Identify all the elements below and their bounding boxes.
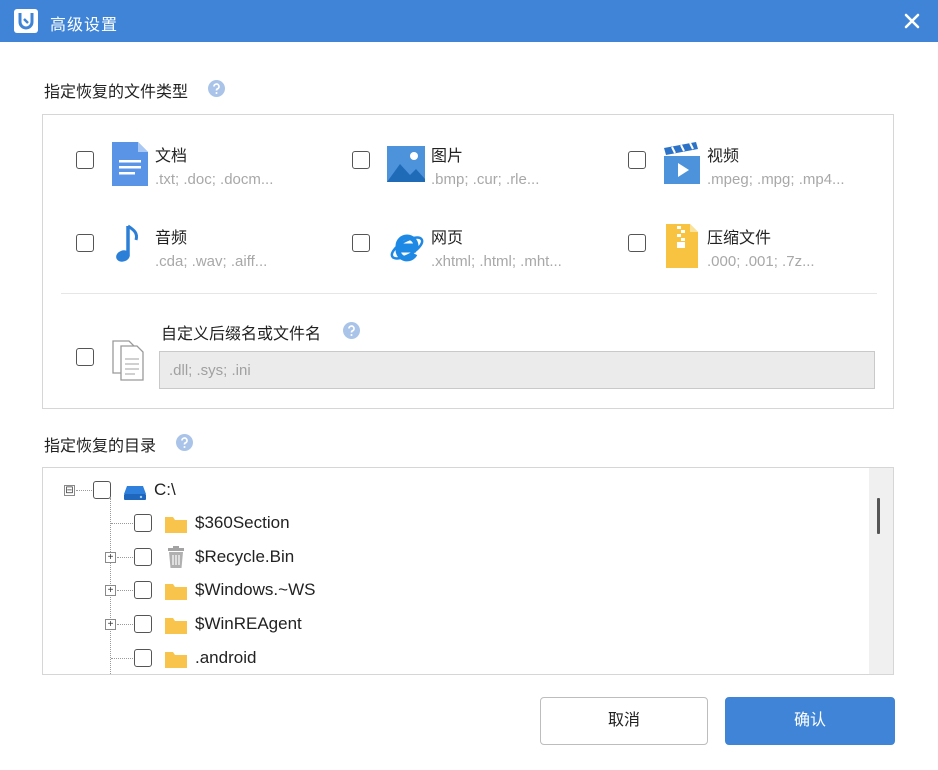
type-name: 压缩文件 — [707, 230, 772, 247]
close-icon — [904, 13, 920, 29]
tree-row[interactable]: + $WinREAgent — [43, 610, 443, 638]
type-extensions: .bmp; .cur; .rle... — [431, 171, 540, 188]
tree-connector — [117, 624, 133, 625]
expand-toggle[interactable]: + — [105, 619, 116, 630]
tree-row[interactable]: + $Windows.~WS — [43, 576, 443, 604]
type-extensions: .xhtml; .html; .mht... — [431, 253, 562, 270]
divider — [61, 293, 877, 294]
type-extensions: .txt; .doc; .docm... — [155, 171, 274, 188]
help-icon[interactable] — [343, 322, 360, 339]
type-option-images[interactable]: 图片 .bmp; .cur; .rle... — [352, 142, 622, 202]
tree-label: .android — [195, 648, 257, 667]
scrollbar-thumb[interactable] — [877, 498, 880, 534]
web-browser-icon — [386, 224, 426, 268]
music-note-icon — [110, 224, 150, 268]
type-option-documents[interactable]: 文档 .txt; .doc; .docm... — [76, 142, 346, 202]
tree-checkbox[interactable] — [93, 481, 111, 499]
custom-extension-input[interactable] — [159, 351, 875, 389]
custom-files-icon — [109, 337, 149, 381]
archives-checkbox[interactable] — [628, 234, 646, 252]
type-option-audio[interactable]: 音频 .cda; .wav; .aiff... — [76, 224, 346, 284]
images-checkbox[interactable] — [352, 151, 370, 169]
directory-heading: 指定恢复的目录 — [44, 438, 157, 455]
expand-toggle[interactable]: + — [105, 585, 116, 596]
scrollbar-track[interactable] — [869, 468, 893, 674]
tree-label: $Recycle.Bin — [195, 547, 295, 566]
title-bar: 高级设置 — [0, 0, 938, 42]
document-icon — [110, 142, 150, 186]
tree-connector — [117, 557, 133, 558]
tree-label: C:\ — [154, 480, 176, 499]
help-icon[interactable] — [208, 80, 225, 97]
folder-icon — [164, 614, 188, 636]
tree-connector — [111, 658, 133, 659]
cancel-button[interactable]: 取消 — [540, 697, 708, 745]
documents-checkbox[interactable] — [76, 151, 94, 169]
videos-checkbox[interactable] — [628, 151, 646, 169]
folder-icon — [164, 648, 188, 670]
web-checkbox[interactable] — [352, 234, 370, 252]
drive-icon — [123, 480, 147, 502]
type-name: 音频 — [155, 230, 188, 247]
tree-checkbox[interactable] — [134, 514, 152, 532]
tree-row[interactable]: $360Section — [43, 509, 443, 537]
type-option-videos[interactable]: 视频 .mpeg; .mpg; .mp4... — [628, 142, 898, 202]
audio-checkbox[interactable] — [76, 234, 94, 252]
type-extensions: .mpeg; .mpg; .mp4... — [707, 171, 845, 188]
archive-icon — [662, 224, 702, 268]
image-icon — [386, 142, 426, 186]
type-option-web[interactable]: 网页 .xhtml; .html; .mht... — [352, 224, 622, 284]
tree-checkbox[interactable] — [134, 649, 152, 667]
tree-label: $Windows.~WS — [195, 580, 316, 599]
file-types-panel: 文档 .txt; .doc; .docm... 图片 .bmp; .cur; .… — [42, 114, 894, 409]
type-name: 图片 — [431, 148, 464, 165]
tree-row[interactable]: .android — [43, 644, 443, 672]
custom-extension-label: 自定义后缀名或文件名 — [161, 326, 322, 343]
tree-row-root[interactable]: ⊟ C:\ — [43, 476, 443, 504]
confirm-button[interactable]: 确认 — [725, 697, 895, 745]
tree-label: $WinREAgent — [195, 614, 302, 633]
app-logo-icon — [14, 9, 38, 33]
recycle-bin-icon — [164, 546, 188, 568]
close-button[interactable] — [900, 9, 924, 33]
custom-extension-checkbox[interactable] — [76, 348, 94, 366]
folder-icon — [164, 580, 188, 602]
type-name: 视频 — [707, 148, 740, 165]
type-extensions: .cda; .wav; .aiff... — [155, 253, 268, 270]
type-name: 文档 — [155, 148, 188, 165]
type-extensions: .000; .001; .7z... — [707, 253, 815, 270]
tree-connector — [111, 523, 133, 524]
folder-icon — [164, 513, 188, 535]
type-option-archives[interactable]: 压缩文件 .000; .001; .7z... — [628, 224, 898, 284]
directory-tree[interactable]: ⊟ C:\ $360Section + $Recycle.Bin + $Wind… — [42, 467, 894, 675]
tree-row[interactable]: + $Recycle.Bin — [43, 543, 443, 571]
video-icon — [662, 142, 702, 186]
tree-label: $360Section — [195, 513, 290, 532]
collapse-toggle[interactable]: ⊟ — [64, 485, 75, 496]
window-title: 高级设置 — [50, 17, 119, 34]
tree-connector — [117, 590, 133, 591]
tree-checkbox[interactable] — [134, 548, 152, 566]
tree-checkbox[interactable] — [134, 615, 152, 633]
tree-checkbox[interactable] — [134, 581, 152, 599]
type-name: 网页 — [431, 230, 464, 247]
expand-toggle[interactable]: + — [105, 552, 116, 563]
tree-connector — [76, 490, 92, 491]
file-types-heading: 指定恢复的文件类型 — [44, 84, 189, 101]
help-icon[interactable] — [176, 434, 193, 451]
